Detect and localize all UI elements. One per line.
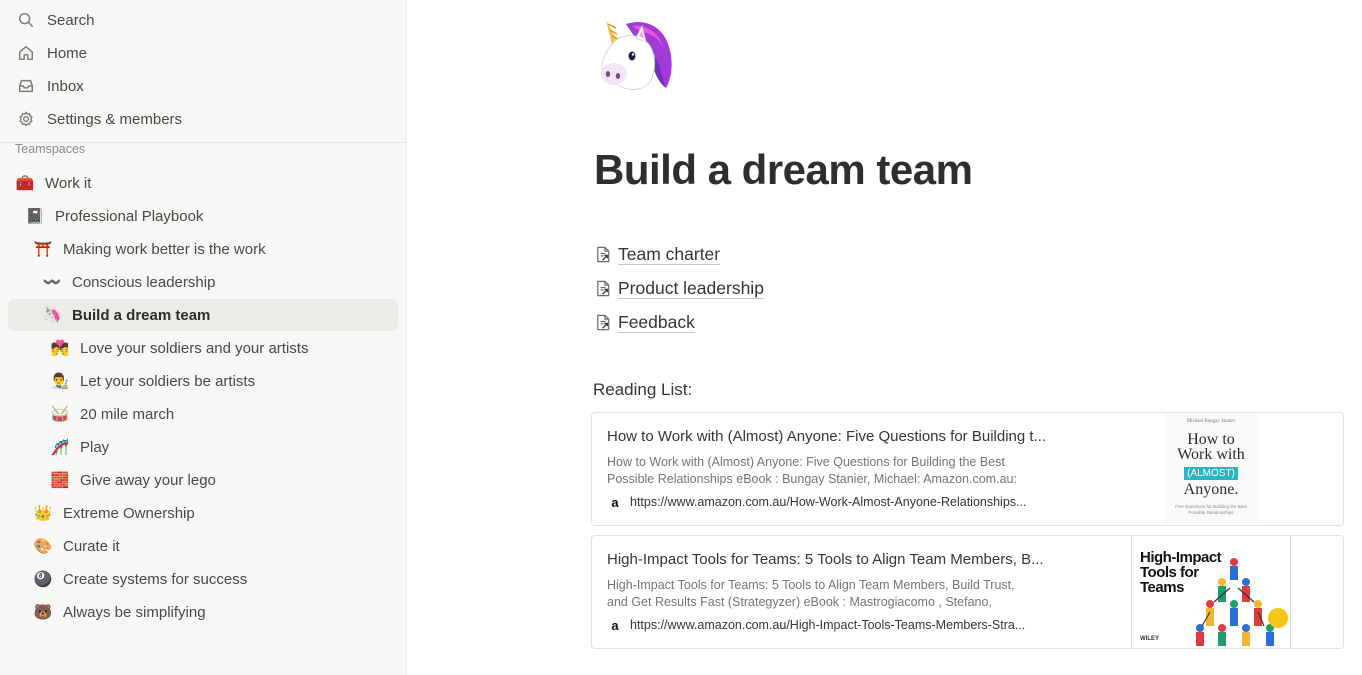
bear-icon: 🐻 <box>33 604 53 621</box>
thumb-title-line: How to <box>1187 431 1235 448</box>
sidebar-item-play[interactable]: 🎢 Play <box>49 432 110 462</box>
thumb-author: Michael Bungay Stanier <box>1186 419 1236 424</box>
palette-icon: 🎨 <box>33 538 53 555</box>
bookmark-desc-line: High-Impact Tools for Teams: 5 Tools to … <box>607 578 1015 592</box>
bookmark-desc-line: Possible Relationships eBook : Bungay St… <box>607 472 1017 486</box>
bookmark-description: How to Work with (Almost) Anyone: Five Q… <box>607 454 1067 488</box>
page-link-label: Product leadership <box>618 277 764 299</box>
page-link-product-leadership[interactable]: Product leadership <box>594 274 764 302</box>
sidebar-item-making-work-better[interactable]: ⛩️ Making work better is the work <box>32 234 266 264</box>
sidebar-inbox[interactable]: Inbox <box>8 71 398 101</box>
sidebar-item-label: Let your soldiers be artists <box>80 372 256 390</box>
bookmark-desc-line: How to Work with (Almost) Anyone: Five Q… <box>607 455 1005 469</box>
sidebar-item-build-a-dream-team[interactable]: 🦄 Build a dream team <box>41 300 211 330</box>
kiss-icon: 💏 <box>50 340 70 357</box>
sidebar-item-label: Conscious leadership <box>72 273 216 291</box>
thumb-title-line: Anyone. <box>1183 481 1239 498</box>
bookmark-card[interactable]: High-Impact Tools for Teams: 5 Tools to … <box>591 535 1344 649</box>
sidebar-item-label: Always be simplifying <box>63 603 206 621</box>
crown-icon: 👑 <box>33 505 53 522</box>
pool-8-ball-icon: 🎱 <box>33 571 53 588</box>
sidebar-search-label: Search <box>47 11 95 29</box>
artist-icon: 👨‍🎨 <box>50 373 70 390</box>
sidebar-item-work-it[interactable]: 🧰 Work it <box>14 168 92 198</box>
bookmark-title: How to Work with (Almost) Anyone: Five Q… <box>607 428 1047 445</box>
bookmark-description: High-Impact Tools for Teams: 5 Tools to … <box>607 577 1067 611</box>
teamspaces-label: Teamspaces <box>15 142 86 156</box>
sidebar-item-label: Extreme Ownership <box>63 504 195 522</box>
sidebar-item-label: Professional Playbook <box>55 207 204 225</box>
amazon-favicon-icon: a <box>611 494 619 510</box>
sidebar-item-give-away-your-lego[interactable]: 🧱 Give away your lego <box>49 465 216 495</box>
bookmark-desc-line: and Get Results Fast (Strategyzer) eBook… <box>607 595 992 609</box>
bookmark-url: https://www.amazon.com.au/High-Impact-To… <box>630 618 1026 632</box>
sidebar-item-let-your-soldiers[interactable]: 👨‍🎨 Let your soldiers be artists <box>49 366 255 396</box>
sidebar-item-conscious-leadership[interactable]: 〰️ Conscious leadership <box>41 267 216 297</box>
amazon-favicon-icon: a <box>611 617 619 633</box>
roller-coaster-icon: 🎢 <box>50 439 70 456</box>
home-icon <box>16 43 36 63</box>
search-icon <box>16 10 36 30</box>
sidebar-item-curate-it[interactable]: 🎨 Curate it <box>32 531 120 561</box>
sidebar-search[interactable]: Search <box>8 5 398 35</box>
sidebar-item-love-your-soldiers[interactable]: 💏 Love your soldiers and your artists <box>49 333 309 363</box>
sidebar-item-label: Curate it <box>63 537 120 555</box>
page-title[interactable]: Build a dream team <box>594 146 973 194</box>
sidebar-settings-label: Settings & members <box>47 110 183 128</box>
inbox-icon <box>16 76 36 96</box>
sidebar-settings[interactable]: Settings & members <box>8 104 398 134</box>
sidebar-home[interactable]: Home <box>8 38 398 68</box>
sidebar-item-create-systems[interactable]: 🎱 Create systems for success <box>32 564 248 594</box>
torii-gate-icon: ⛩️ <box>33 241 53 258</box>
thumb-highlight: (ALMOST) <box>1184 467 1238 480</box>
sidebar-item-always-be-simplifying[interactable]: 🐻 Always be simplifying <box>32 597 206 627</box>
brick-icon: 🧱 <box>50 472 70 489</box>
sidebar-item-extreme-ownership[interactable]: 👑 Extreme Ownership <box>32 498 195 528</box>
bookmark-url-row: a https://www.amazon.com.au/High-Impact-… <box>607 617 1070 633</box>
sidebar-inbox-label: Inbox <box>47 77 84 95</box>
sidebar-item-label: 20 mile march <box>80 405 175 423</box>
toolbox-icon: 🧰 <box>15 175 35 192</box>
sidebar-item-label: Making work better is the work <box>63 240 266 258</box>
bookmark-url: https://www.amazon.com.au/How-Work-Almos… <box>630 495 1027 509</box>
notebook-icon: 📓 <box>25 208 45 225</box>
sidebar-item-professional-playbook[interactable]: 📓 Professional Playbook <box>24 201 204 231</box>
wavy-dash-icon: 〰️ <box>42 274 62 291</box>
page-link-team-charter[interactable]: Team charter <box>594 240 721 268</box>
sidebar-item-label: Give away your lego <box>80 471 216 489</box>
thumb-publisher: WILEY <box>1140 636 1159 642</box>
sidebar-item-label: Work it <box>45 174 92 192</box>
sidebar-item-label: Create systems for success <box>63 570 248 588</box>
bookmark-url-row: a https://www.amazon.com.au/How-Work-Alm… <box>607 494 1070 510</box>
sidebar-item-label: Love your soldiers and your artists <box>80 339 309 357</box>
bookmark-thumbnail: High-Impact Tools for Teams WILEY <box>1131 536 1291 648</box>
unicorn-icon: 🦄 <box>42 307 62 324</box>
sidebar: Search Home Inbox Settings & members Tea… <box>0 0 407 675</box>
page-link-icon <box>594 244 614 264</box>
sidebar-home-label: Home <box>47 44 88 62</box>
bookmark-thumbnail: Michael Bungay Stanier How to Work with … <box>1165 413 1257 525</box>
page-link-label: Team charter <box>618 243 721 265</box>
thumb-title-line: Work with <box>1177 446 1245 463</box>
sidebar-item-label: Build a dream team <box>72 306 211 324</box>
drum-icon: 🥁 <box>50 406 70 423</box>
sidebar-item-20-mile-march[interactable]: 🥁 20 mile march <box>49 399 175 429</box>
page-link-icon <box>594 312 614 332</box>
bookmark-title: High-Impact Tools for Teams: 5 Tools to … <box>607 551 1044 568</box>
team-people-illustration <box>1196 558 1288 646</box>
bookmark-card[interactable]: How to Work with (Almost) Anyone: Five Q… <box>591 412 1344 526</box>
page-link-feedback[interactable]: Feedback <box>594 308 695 336</box>
unicorn-icon[interactable] <box>596 16 678 92</box>
gear-icon <box>16 109 36 129</box>
page-link-icon <box>594 278 614 298</box>
sidebar-item-label: Play <box>80 438 110 456</box>
reading-list-label: Reading List: <box>593 380 693 399</box>
page-link-label: Feedback <box>618 311 695 333</box>
thumb-subtitle: Five Questions for Building the Best Pos… <box>1175 504 1247 515</box>
